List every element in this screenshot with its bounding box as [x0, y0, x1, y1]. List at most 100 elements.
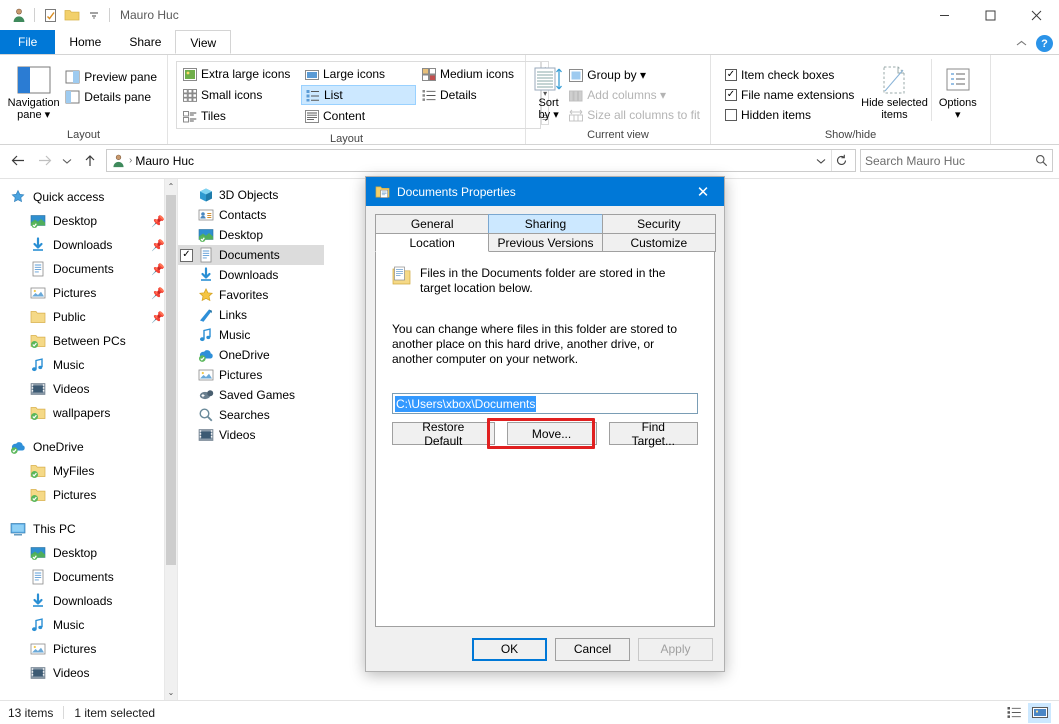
navigation-pane-button[interactable]: Navigation pane ▾	[6, 59, 61, 121]
restore-default-button[interactable]: Restore Default	[392, 420, 495, 448]
search-input[interactable]: Search Mauro Huc	[860, 149, 1053, 172]
pin-icon[interactable]: 📌	[151, 287, 165, 300]
file-name-extensions-checkbox[interactable]: ✓ File name extensions	[721, 85, 858, 105]
layout-small-icons[interactable]: Small icons	[179, 85, 299, 105]
apply-button[interactable]: Apply	[638, 637, 713, 661]
sidebar-item-desktop[interactable]: Desktop 📌	[0, 209, 177, 233]
sidebar-item-music[interactable]: Music	[0, 353, 177, 377]
address-field[interactable]: › Mauro Huc	[106, 149, 856, 172]
location-path-input[interactable]: C:\Users\xbox\Documents	[392, 393, 698, 414]
list-item[interactable]: Music	[178, 325, 324, 345]
refresh-icon[interactable]	[831, 150, 851, 171]
list-item[interactable]: Videos	[178, 425, 324, 445]
sidebar-item-downloads[interactable]: Downloads 📌	[0, 233, 177, 257]
list-item[interactable]: Links	[178, 305, 324, 325]
sidebar-item-downloads[interactable]: Downloads	[0, 589, 177, 613]
list-item[interactable]: Favorites	[178, 285, 324, 305]
back-button[interactable]	[6, 149, 30, 173]
user-icon[interactable]	[8, 4, 30, 26]
scroll-up-arrow[interactable]: ⌃	[165, 179, 177, 194]
new-folder-icon[interactable]	[61, 4, 83, 26]
list-item[interactable]: Saved Games	[178, 385, 324, 405]
layout-content[interactable]: Content	[301, 106, 416, 126]
list-item[interactable]: Downloads	[178, 265, 324, 285]
sidebar-item-wallpapers[interactable]: wallpapers	[0, 401, 177, 425]
nav-section-onedrive[interactable]: OneDrive	[0, 435, 177, 459]
list-item[interactable]: Pictures	[178, 365, 324, 385]
layout-tiles[interactable]: Tiles	[179, 106, 299, 126]
sidebar-item-documents[interactable]: Documents 📌	[0, 257, 177, 281]
chevron-up-icon[interactable]	[1015, 39, 1028, 48]
sidebar-item-videos[interactable]: Videos	[0, 377, 177, 401]
help-icon[interactable]: ?	[1036, 35, 1053, 52]
sidebar-item-music[interactable]: Music	[0, 613, 177, 637]
layout-large-icons[interactable]: Large icons	[301, 64, 416, 84]
customize-dropdown-icon[interactable]	[83, 4, 105, 26]
scroll-down-arrow[interactable]: ⌄	[165, 685, 177, 700]
recent-locations-button[interactable]	[58, 149, 76, 173]
large-icons-view-icon[interactable]	[1028, 702, 1051, 723]
sidebar-item-documents[interactable]: Documents	[0, 565, 177, 589]
sidebar-item-public[interactable]: Public 📌	[0, 305, 177, 329]
details-view-icon[interactable]	[1003, 703, 1026, 723]
pin-icon[interactable]: 📌	[151, 215, 165, 228]
pin-icon[interactable]: 📌	[151, 263, 165, 276]
sidebar-item-between-pcs[interactable]: Between PCs	[0, 329, 177, 353]
scrollbar-thumb[interactable]	[166, 195, 176, 565]
item-check-boxes-checkbox[interactable]: ✓ Item check boxes	[721, 65, 858, 85]
layout-details[interactable]: Details	[418, 85, 538, 105]
item-checkbox[interactable]: ✓	[180, 248, 193, 262]
properties-icon[interactable]	[39, 4, 61, 26]
list-item[interactable]: OneDrive	[178, 345, 324, 365]
address-dropdown-icon[interactable]	[811, 150, 831, 171]
navigation-scrollbar[interactable]: ⌃ ⌄	[164, 179, 177, 700]
breadcrumb[interactable]: Mauro Huc	[135, 154, 194, 168]
sidebar-item-desktop[interactable]: Desktop	[0, 541, 177, 565]
tab-sharing[interactable]: Sharing	[488, 214, 603, 233]
minimize-button[interactable]	[921, 0, 967, 30]
tab-share[interactable]: Share	[115, 30, 175, 54]
list-item[interactable]: ✓ Documents	[178, 245, 324, 265]
sidebar-item-videos[interactable]: Videos	[0, 661, 177, 685]
pin-icon[interactable]: 📌	[151, 311, 165, 324]
layout-medium-icons[interactable]: Medium icons	[418, 64, 538, 84]
up-button[interactable]	[78, 149, 102, 173]
details-pane-button[interactable]: Details pane	[61, 87, 161, 107]
sidebar-item-myfiles[interactable]: MyFiles	[0, 459, 177, 483]
tab-view[interactable]: View	[175, 30, 232, 54]
find-target-button[interactable]: Find Target...	[608, 420, 698, 448]
tab-file[interactable]: File	[0, 30, 56, 54]
list-item[interactable]: 3D Objects	[178, 185, 324, 205]
dialog-close-button[interactable]: ✕	[682, 177, 724, 206]
tab-general[interactable]: General	[375, 214, 490, 233]
forward-button[interactable]	[32, 149, 56, 173]
ok-button[interactable]: OK	[472, 637, 547, 661]
options-button[interactable]: Options ▾	[930, 59, 984, 121]
sidebar-item-pictures[interactable]: Pictures 📌	[0, 281, 177, 305]
tab-customize[interactable]: Customize	[601, 233, 716, 252]
hidden-items-checkbox[interactable]: Hidden items	[721, 105, 858, 125]
dialog-title-bar[interactable]: Documents Properties ✕	[366, 177, 724, 206]
group-by-button[interactable]: Group by ▾	[565, 65, 704, 85]
nav-section-this-pc[interactable]: This PC	[0, 517, 177, 541]
nav-section-quick-access[interactable]: Quick access	[0, 185, 177, 209]
maximize-button[interactable]	[967, 0, 1013, 30]
list-item[interactable]: Contacts	[178, 205, 324, 225]
tab-home[interactable]: Home	[55, 30, 115, 54]
sidebar-item-pictures[interactable]: Pictures	[0, 483, 177, 507]
move-button[interactable]: Move...	[506, 422, 597, 445]
list-item[interactable]: Searches	[178, 405, 324, 425]
cancel-button[interactable]: Cancel	[555, 637, 630, 661]
hide-selected-items-button[interactable]: Hide selected items	[858, 59, 930, 121]
tab-location[interactable]: Location	[375, 233, 490, 252]
pin-icon[interactable]: 📌	[151, 239, 165, 252]
sort-by-button[interactable]: Sort by ▾	[532, 59, 565, 121]
close-button[interactable]	[1013, 0, 1059, 30]
sidebar-item-pictures[interactable]: Pictures	[0, 637, 177, 661]
layout-extra-large-icons[interactable]: Extra large icons	[179, 64, 299, 84]
search-icon[interactable]	[1035, 154, 1048, 167]
tab-security[interactable]: Security	[601, 214, 716, 233]
preview-pane-button[interactable]: Preview pane	[61, 67, 161, 87]
layout-list[interactable]: List	[301, 85, 416, 105]
list-item[interactable]: Desktop	[178, 225, 324, 245]
